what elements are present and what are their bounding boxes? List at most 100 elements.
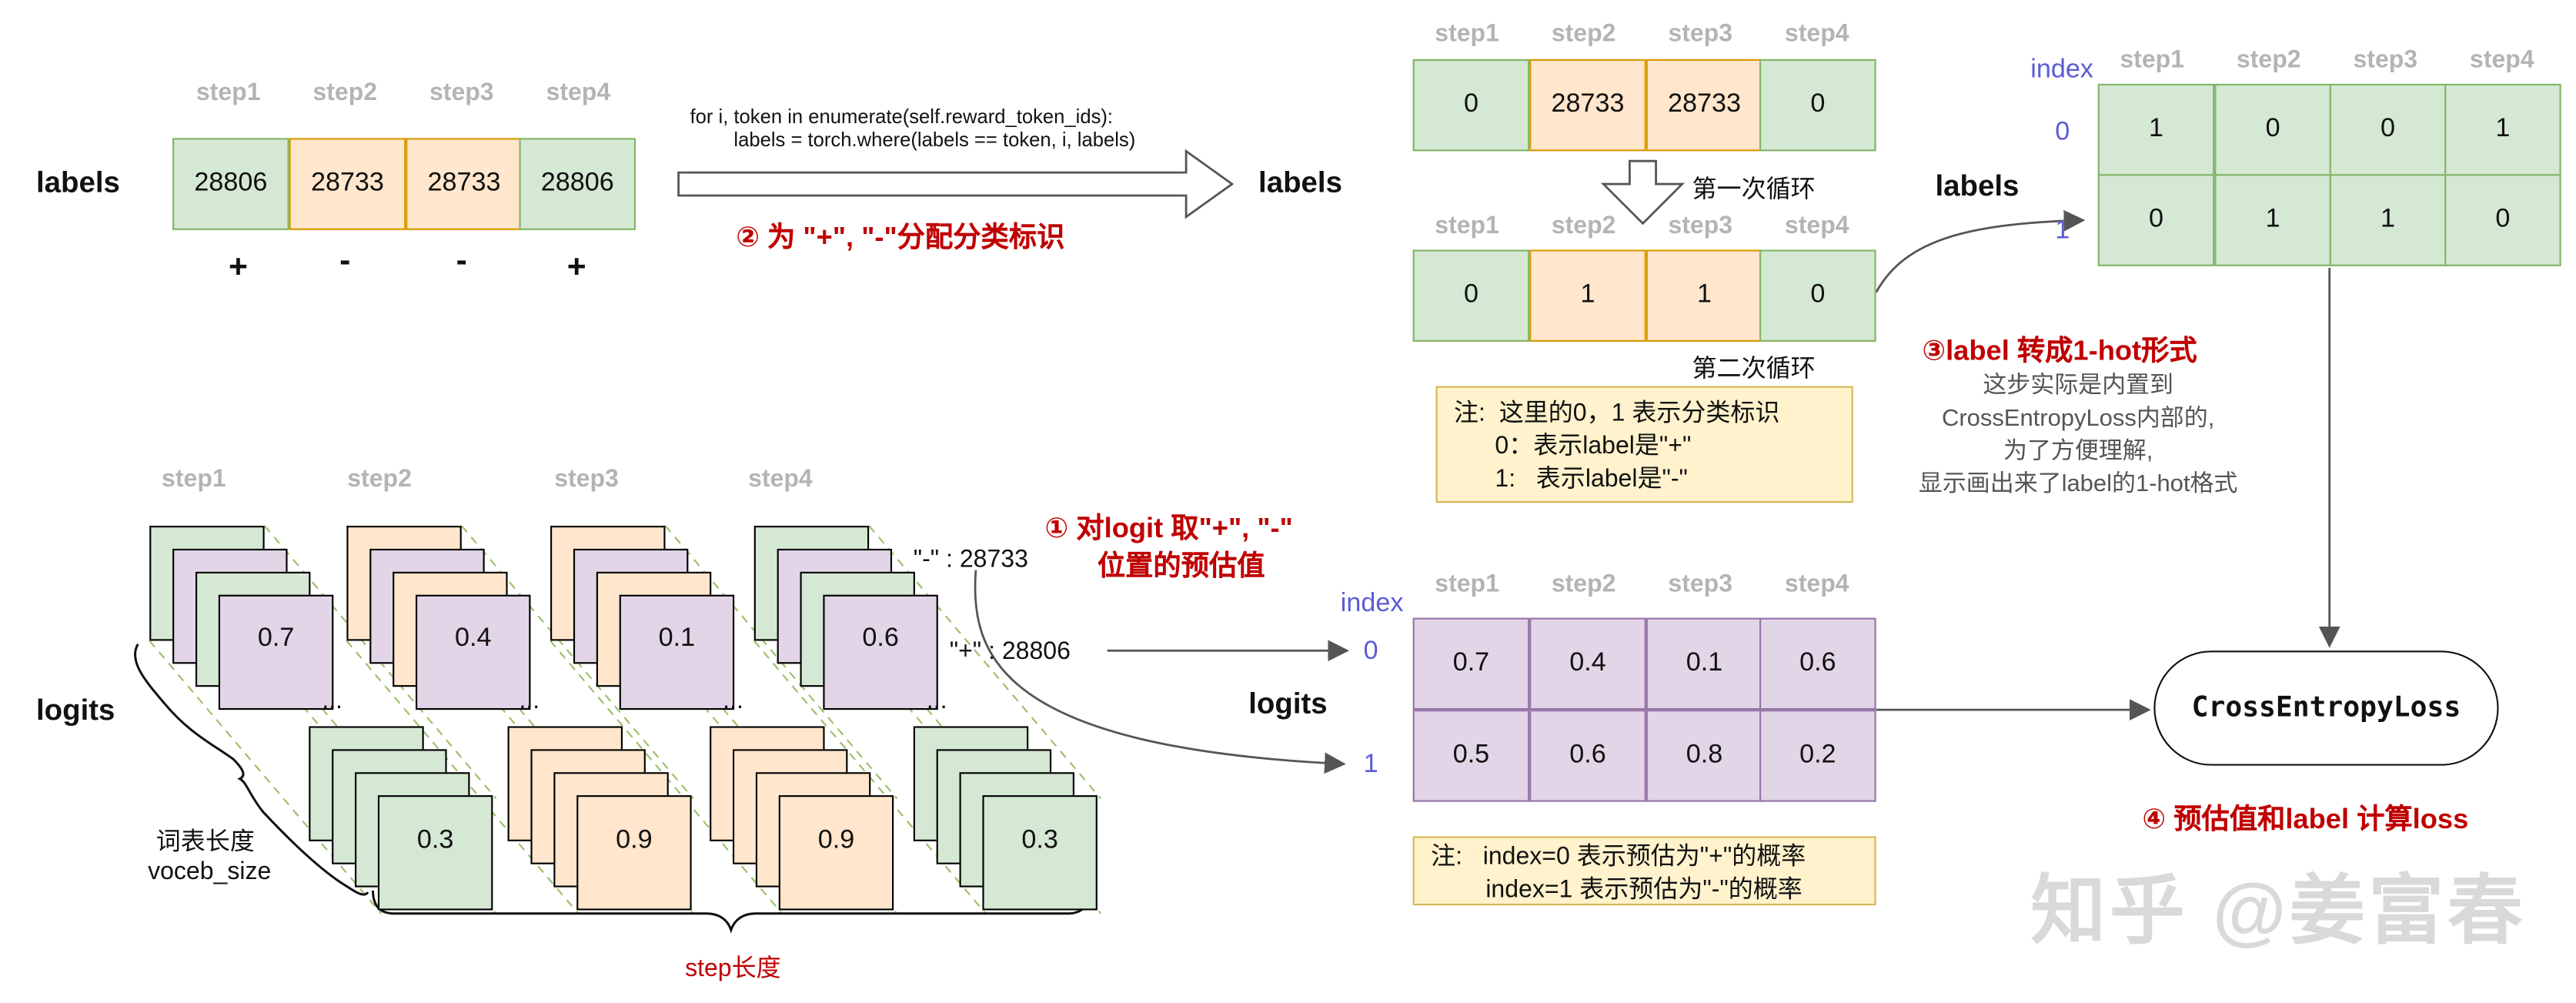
onehot-r1-c4: 0 [2444, 174, 2561, 266]
logit-step1-bottom-value: 0.3 [416, 826, 454, 854]
labels-title-converted: labels [1258, 165, 1342, 199]
token-minus-label: "-" : 28733 [913, 545, 1028, 573]
input-step-header-3: step3 [429, 79, 494, 107]
input-step-header-4: step4 [546, 79, 611, 107]
minus-arrow [974, 570, 1346, 774]
loop2-cell-1: 0 [1412, 249, 1530, 342]
logit-step1-dots: ... [322, 687, 343, 715]
vocab-label-cn: 词表长度 [155, 827, 255, 857]
pred-step-header-4: step4 [1784, 570, 1849, 598]
transform-arrow [677, 149, 1235, 219]
pred-r0-c3: 0.1 [1645, 617, 1763, 710]
onehot-r1-c3: 1 [2329, 174, 2447, 266]
step-length-label: step长度 [685, 955, 781, 983]
logit-step2-dots: ... [519, 687, 540, 715]
step1-caption-line1: ① 对logit 取"+", "-" [1044, 512, 1293, 544]
onehot-r1-c1: 0 [2097, 174, 2215, 266]
onehot-step-header-2: step2 [2236, 45, 2301, 75]
loop2-step-header-3: step3 [1668, 212, 1733, 240]
sign-minus-3: - [456, 242, 467, 279]
logit-step-header-4: step4 [748, 465, 813, 493]
logit-step3-bottom-value: 0.9 [817, 826, 855, 854]
logit-step4-top-value: 0.6 [862, 624, 899, 653]
pred-r1-c3: 0.8 [1645, 710, 1763, 802]
loop2-cell-3: 1 [1645, 249, 1763, 342]
logit-step-header-2: step2 [347, 465, 412, 493]
loop1-cell-4: 0 [1759, 59, 1876, 152]
loop1-step-header-2: step2 [1551, 19, 1616, 48]
vocab-label-en: voceb_size [148, 858, 272, 886]
sign-minus-2: - [339, 242, 351, 279]
labels-title: labels [35, 165, 120, 199]
logits-title: logits [35, 693, 115, 727]
step1-caption-line2: 位置的预估值 [1097, 550, 1265, 582]
onehot-index-1: 1 [2055, 216, 2070, 246]
labels-note: 注: 这里的0，1 表示分类标识 0：表示label是"+" 1: 表示labe… [1435, 386, 1853, 503]
step3-desc-3: 为了方便理解, [2003, 438, 2153, 466]
logit-step2-top-value: 0.4 [454, 624, 492, 653]
input-label-cell-4: 28806 [519, 138, 636, 230]
input-step-header-2: step2 [312, 79, 378, 107]
loop1-caption: 第一次循环 [1692, 176, 1816, 204]
diagram-canvas: labels step1 step2 step3 step4 28806 287… [0, 0, 2576, 1002]
pred-r0-c2: 0.4 [1529, 617, 1646, 710]
logit-step4-dots: ... [926, 687, 947, 715]
step3-desc-2: CrossEntropyLoss内部的, [1941, 406, 2215, 433]
onehot-r1-c2: 1 [2214, 174, 2331, 266]
onehot-r0-c4: 1 [2444, 83, 2561, 176]
index-note: 注: index=0 表示预估为"+"的概率 index=1 表示预估为"-"的… [1412, 836, 1876, 906]
pred-index-1: 1 [1363, 751, 1378, 779]
pred-step-header-2: step2 [1551, 570, 1616, 598]
pred-r1-c1: 0.5 [1412, 710, 1530, 802]
pred-step-header-3: step3 [1668, 570, 1733, 598]
onehot-step-header-1: step1 [2120, 45, 2185, 75]
step4-caption: ④ 预估值和label 计算loss [2142, 803, 2469, 835]
pred-r1-c2: 0.6 [1529, 710, 1646, 802]
loop1-cell-3: 28733 [1645, 59, 1763, 152]
logits-title-pred: logits [1248, 687, 1328, 720]
onehot-index-header: index [2030, 55, 2093, 84]
loop2-caption: 第二次循环 [1692, 355, 1816, 383]
onehot-r0-c1: 1 [2097, 83, 2215, 176]
onehot-r0-c2: 0 [2214, 83, 2331, 176]
pred-r0-c1: 0.7 [1412, 617, 1530, 710]
onehot-step-header-3: step3 [2353, 45, 2418, 75]
sign-plus-4: + [566, 249, 586, 286]
input-label-cell-1: 28806 [172, 138, 289, 230]
pred-r0-c4: 0.6 [1759, 617, 1876, 710]
cross-entropy-loss-node: CrossEntropyLoss [2153, 650, 2499, 766]
loop2-cell-2: 1 [1529, 249, 1646, 342]
logit-step2-bottom-value: 0.9 [616, 826, 653, 854]
step3-desc-1: 这步实际是内置到 [1983, 373, 2173, 400]
logit-step4-bottom-value: 0.3 [1021, 826, 1058, 854]
pred-index-0: 0 [1363, 637, 1378, 666]
sign-plus-1: + [229, 249, 248, 286]
loop1-step-header-1: step1 [1435, 19, 1499, 48]
pred-index-header: index [1340, 590, 1404, 618]
loop2-cell-4: 0 [1759, 249, 1876, 342]
labels-title-onehot: labels [1935, 169, 2020, 202]
onehot-step-header-4: step4 [2470, 45, 2534, 75]
watermark: 知乎 @姜富春 [2030, 868, 2527, 954]
input-step-header-1: step1 [195, 79, 261, 107]
code-snippet: for i, token in enumerate(self.reward_to… [690, 105, 1136, 152]
logit-step3-dots: ... [723, 687, 743, 715]
loop2-step-header-2: step2 [1551, 212, 1616, 240]
onehot-arrow [1875, 209, 2086, 293]
loop1-step-header-4: step4 [1784, 19, 1849, 48]
logit-step-header-1: step1 [162, 465, 226, 493]
onehot-index-0: 0 [2055, 118, 2070, 146]
input-label-cell-3: 28733 [406, 138, 523, 230]
loop1-step-header-3: step3 [1668, 19, 1733, 48]
step2-caption: ② 为 "+", "-"分配分类标识 [736, 222, 1065, 253]
loop2-step-header-4: step4 [1784, 212, 1849, 240]
input-label-cell-2: 28733 [289, 138, 406, 230]
logit-step1-top-value: 0.7 [257, 624, 295, 653]
logit-step-header-3: step3 [554, 465, 619, 493]
token-plus-label: "+" : 28806 [949, 637, 1071, 666]
step3-desc-4: 显示画出来了label的1-hot格式 [1918, 471, 2238, 498]
step3-caption: ③label 转成1-hot形式 [1922, 335, 2197, 366]
loop2-step-header-1: step1 [1435, 212, 1499, 240]
loop1-cell-1: 0 [1412, 59, 1530, 152]
pred-step-header-1: step1 [1435, 570, 1499, 598]
